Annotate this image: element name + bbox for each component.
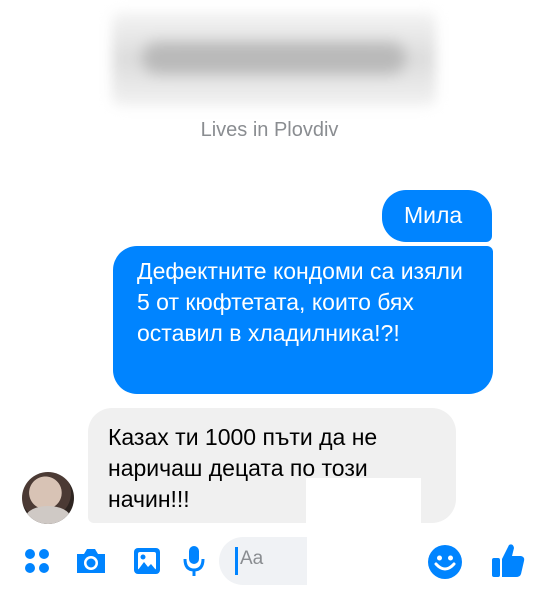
white-redaction-patch <box>306 478 421 598</box>
thumbs-up-icon[interactable] <box>490 541 526 579</box>
message-bubble-outgoing[interactable]: Дефектните кондоми са изяли 5 от кюфтета… <box>113 246 493 394</box>
message-input[interactable]: Aa <box>219 537 307 585</box>
message-bubble-outgoing[interactable]: Мила <box>382 190 492 242</box>
contact-avatar[interactable] <box>22 472 74 524</box>
camera-icon[interactable] <box>74 546 108 576</box>
gallery-icon[interactable] <box>132 546 162 576</box>
menu-dots-icon[interactable] <box>24 548 50 574</box>
lives-in-label: Lives in Plovdiv <box>200 119 339 141</box>
message-input-placeholder: Aa <box>240 548 264 569</box>
microphone-icon[interactable] <box>182 544 206 578</box>
blurred-contact-name <box>112 12 436 106</box>
emoji-icon[interactable] <box>427 544 463 580</box>
text-caret <box>235 547 238 575</box>
